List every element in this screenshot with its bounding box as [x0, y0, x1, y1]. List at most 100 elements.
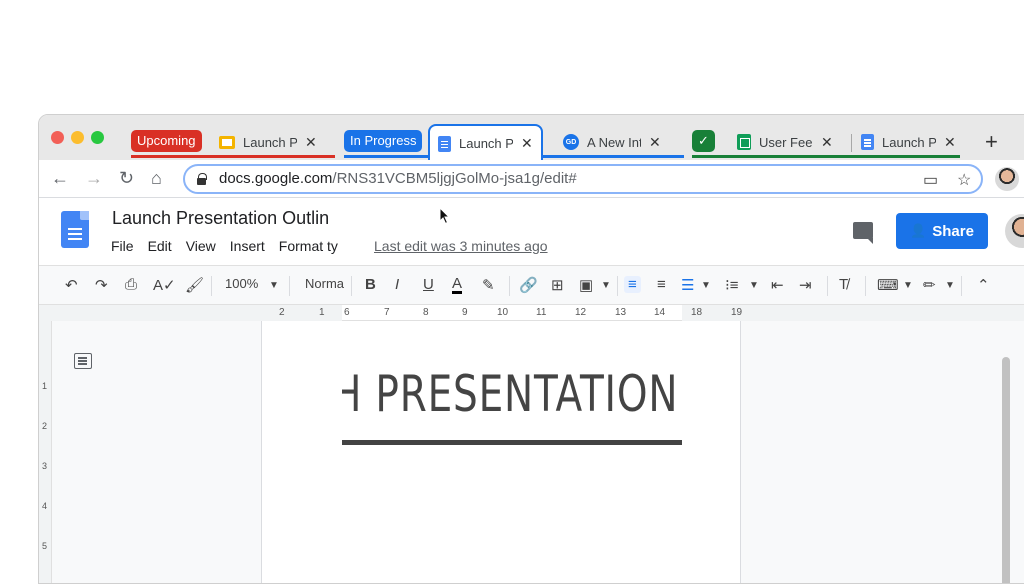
- gd-icon: GD: [563, 134, 579, 150]
- close-tab-icon[interactable]: ✕: [821, 134, 833, 151]
- image-chevron-down-icon[interactable]: ▼: [601, 280, 611, 291]
- toolbar-separator: [961, 276, 962, 296]
- print-icon[interactable]: ⎙: [125, 276, 137, 293]
- menu-bar: File Edit View Insert Format ty: [111, 238, 352, 254]
- address-bar[interactable]: docs.google.com/RNS31VCBM5ljgjGolMo-jsa1…: [183, 164, 983, 194]
- input-tools-keyboard-icon[interactable]: ⌨: [877, 276, 899, 294]
- user-avatar[interactable]: [1005, 214, 1024, 248]
- line-spacing-icon[interactable]: ☰: [681, 276, 694, 294]
- underline-button[interactable]: U: [423, 276, 434, 293]
- redo-icon[interactable]: ↷: [95, 276, 108, 294]
- toolbar-separator: [351, 276, 352, 296]
- horizontal-ruler[interactable]: 2 1 6 7 8 9 10 11 12 13 14 18 19: [39, 305, 1024, 321]
- tab-title: A New Int: [587, 134, 641, 150]
- docs-icon: [861, 134, 874, 150]
- url-domain: docs.google.com: [219, 170, 333, 187]
- tab-user-feedback[interactable]: User Feed ✕: [737, 127, 833, 157]
- menu-format[interactable]: Format ty: [279, 238, 338, 254]
- heading-clip: LAUNCH PRESENTATION OUTLINE: [342, 365, 682, 435]
- decrease-indent-icon[interactable]: ⇤: [771, 276, 784, 294]
- close-window-button[interactable]: [51, 131, 64, 144]
- mouse-cursor-icon: [439, 207, 451, 225]
- close-tab-icon[interactable]: ✕: [305, 134, 317, 151]
- ruler-mark: 12: [575, 307, 587, 318]
- url-path: /RNS31VCBM5ljgjGolMo-jsa1g/edit#: [332, 170, 577, 187]
- profile-avatar[interactable]: [995, 167, 1019, 191]
- tab-group-in-progress[interactable]: In Progress: [344, 130, 423, 152]
- tab-title: Launch Pl: [243, 134, 297, 150]
- new-tab-button[interactable]: +: [985, 129, 998, 155]
- tab-group-done[interactable]: ✓: [692, 130, 715, 152]
- document-outline-icon[interactable]: [74, 353, 92, 369]
- ruler-mark: 6: [344, 307, 350, 318]
- document-title[interactable]: Launch Presentation Outlin: [112, 208, 342, 229]
- vruler-mark: 3: [42, 461, 48, 471]
- collapse-chevron-up-icon[interactable]: ⌃: [977, 276, 990, 294]
- italic-button[interactable]: I: [395, 276, 399, 293]
- document-canvas[interactable]: LAUNCH PRESENTATION OUTLINE: [52, 321, 1024, 583]
- zoom-chevron-down-icon[interactable]: ▼: [269, 280, 279, 291]
- editing-mode-pencil-icon[interactable]: ✏: [923, 276, 936, 294]
- clear-formatting-icon[interactable]: T̸: [839, 276, 848, 293]
- tab-group-upcoming[interactable]: Upcoming: [131, 130, 202, 152]
- heading-underline-rule: [342, 440, 682, 445]
- bold-button[interactable]: B: [365, 276, 376, 293]
- tab-a-new-int[interactable]: GD A New Int ✕: [563, 127, 661, 157]
- toolbar-separator: [827, 276, 828, 296]
- ruler-margin-left: [39, 305, 342, 321]
- home-icon[interactable]: ⌂: [151, 168, 162, 189]
- align-center-icon[interactable]: ≡: [657, 276, 666, 293]
- ruler-mark: 19: [731, 307, 743, 318]
- input-chevron-down-icon[interactable]: ▼: [903, 280, 913, 291]
- paragraph-style-select[interactable]: Norma: [305, 276, 344, 291]
- forward-arrow-icon[interactable]: →: [85, 168, 103, 189]
- comment-icon[interactable]: [853, 222, 873, 244]
- ruler-mark: 7: [384, 307, 390, 318]
- vertical-ruler[interactable]: 1 2 3 4 5: [39, 321, 52, 583]
- highlight-pen-icon[interactable]: ✎: [482, 276, 495, 294]
- paint-format-icon[interactable]: 🖌: [185, 276, 204, 294]
- document-heading[interactable]: LAUNCH PRESENTATION OUTLINE: [342, 365, 682, 423]
- cast-icon[interactable]: ▭: [923, 170, 938, 190]
- vruler-mark: 5: [42, 541, 48, 551]
- navigation-bar: ← → ↻ ⌂ docs.google.com/RNS31VCBM5ljgjGo…: [39, 160, 1024, 198]
- document-page[interactable]: LAUNCH PRESENTATION OUTLINE: [261, 321, 741, 583]
- tab-launch-plan[interactable]: Launch Pl ✕: [219, 127, 317, 157]
- menu-view[interactable]: View: [186, 238, 216, 254]
- close-tab-icon[interactable]: ✕: [649, 134, 661, 151]
- url-text[interactable]: docs.google.com/RNS31VCBM5ljgjGolMo-jsa1…: [219, 170, 577, 187]
- spellcheck-icon[interactable]: A✓: [153, 276, 176, 294]
- share-button[interactable]: 👤 Share: [896, 213, 988, 249]
- reload-icon[interactable]: ↻: [119, 168, 134, 189]
- add-comment-icon[interactable]: ⊞: [551, 276, 564, 294]
- tab-launch-p[interactable]: Launch P ✕: [861, 127, 956, 157]
- list-chevron-down-icon[interactable]: ▼: [749, 280, 759, 291]
- vertical-scrollbar[interactable]: [1002, 357, 1010, 583]
- vruler-mark: 4: [42, 501, 48, 511]
- align-left-icon[interactable]: ≡: [624, 276, 641, 293]
- minimize-window-button[interactable]: [71, 131, 84, 144]
- text-color-button[interactable]: A: [452, 276, 463, 294]
- tab-launch-presentation-active[interactable]: Launch P ✕: [428, 124, 543, 161]
- insert-image-icon[interactable]: ▣: [579, 276, 593, 294]
- ruler-mark: 10: [497, 307, 509, 318]
- menu-edit[interactable]: Edit: [148, 238, 172, 254]
- close-tab-icon[interactable]: ✕: [944, 134, 956, 151]
- bookmark-star-icon[interactable]: ☆: [957, 170, 971, 190]
- mode-chevron-down-icon[interactable]: ▼: [945, 280, 955, 291]
- menu-file[interactable]: File: [111, 238, 134, 254]
- increase-indent-icon[interactable]: ⇥: [799, 276, 812, 294]
- maximize-window-button[interactable]: [91, 131, 104, 144]
- insert-link-icon[interactable]: 🔗: [519, 276, 538, 294]
- bulleted-list-icon[interactable]: ⁝≡: [725, 276, 739, 294]
- undo-icon[interactable]: ↶: [65, 276, 78, 294]
- zoom-select[interactable]: 100%: [225, 276, 258, 291]
- back-arrow-icon[interactable]: ←: [51, 168, 69, 189]
- last-edit-link[interactable]: Last edit was 3 minutes ago: [374, 238, 548, 254]
- google-docs-logo-icon[interactable]: [61, 211, 89, 248]
- close-tab-icon[interactable]: ✕: [521, 135, 533, 152]
- menu-insert[interactable]: Insert: [230, 238, 265, 254]
- spacing-chevron-down-icon[interactable]: ▼: [701, 280, 711, 291]
- ruler-mark: 18: [691, 307, 703, 318]
- vruler-mark: 1: [42, 381, 48, 391]
